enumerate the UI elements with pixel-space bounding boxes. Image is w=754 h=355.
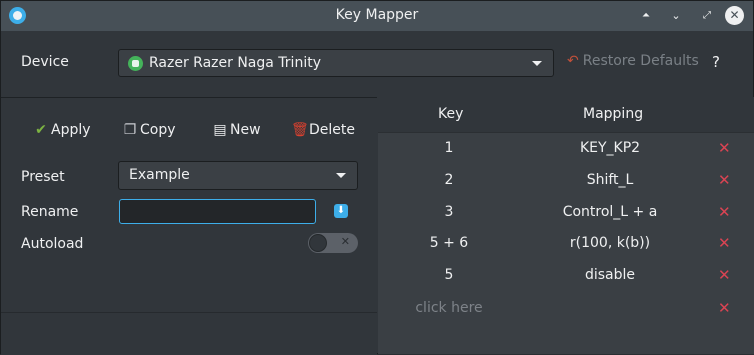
restore-defaults-button[interactable]: ↶ Restore Defaults <box>567 53 699 69</box>
mouse-device-icon <box>128 56 143 71</box>
chevron-down-icon <box>532 61 542 66</box>
key-cell[interactable]: 3 <box>378 204 520 220</box>
download-icon: ⬇ <box>336 205 346 216</box>
new-label: New <box>230 122 261 138</box>
new-key-cell[interactable]: click here <box>378 300 520 316</box>
key-mapper-window: Key Mapper ⏶ ⌄ ⤢ ✕ Device Razer Razer Na… <box>0 0 754 355</box>
key-cell[interactable]: 2 <box>378 172 520 188</box>
key-cell[interactable]: 1 <box>378 140 520 156</box>
undo-icon: ↶ <box>567 53 579 69</box>
autoload-label: Autoload <box>21 236 84 252</box>
preset-label: Preset <box>21 169 65 185</box>
autoload-toggle[interactable]: ✕ <box>308 233 358 253</box>
column-header-key: Key <box>438 106 464 122</box>
delete-row-icon[interactable]: ✕ <box>718 139 731 157</box>
device-selected-value: Razer Razer Naga Trinity <box>149 55 321 71</box>
delete-row-icon[interactable]: ✕ <box>718 266 731 284</box>
preset-pane: ✔ Apply ❐ Copy ▤ New 🗑Delete Preset Example… <box>1 97 377 355</box>
new-document-icon: ▤ <box>213 122 227 138</box>
mapping-cell[interactable]: Control_L + a <box>520 204 700 220</box>
delete-row-icon[interactable]: ✕ <box>718 299 731 317</box>
save-rename-button[interactable]: ⬇ <box>334 204 348 218</box>
copy-icon: ❐ <box>123 122 137 138</box>
close-button[interactable]: ✕ <box>725 6 744 25</box>
preset-select[interactable]: Example <box>118 161 358 190</box>
preset-selected-value: Example <box>129 167 190 183</box>
delete-row-icon[interactable]: ✕ <box>718 203 731 221</box>
table-header: Key Mapping <box>378 97 754 133</box>
rename-label: Rename <box>21 204 79 220</box>
toggle-knob <box>309 234 327 252</box>
delete-row-icon[interactable]: ✕ <box>718 234 731 252</box>
new-button[interactable]: ▤ New <box>212 122 261 138</box>
mapping-cell[interactable]: r(100, k(b)) <box>520 235 700 251</box>
key-cell[interactable]: 5 <box>378 267 520 283</box>
trash-icon: 🗑 <box>291 122 309 138</box>
table-row[interactable]: 1 KEY_KP2 ✕ <box>378 133 754 165</box>
rename-input[interactable] <box>119 199 316 224</box>
chevron-down-icon <box>336 173 346 178</box>
delete-button[interactable]: 🗑Delete <box>291 122 355 138</box>
apply-button[interactable]: ✔ Apply <box>33 122 91 138</box>
mapping-table: Key Mapping 1 KEY_KP2 ✕ 2 Shift_L ✕ 3 Co… <box>378 97 754 354</box>
apply-label: Apply <box>51 122 91 138</box>
column-header-mapping: Mapping <box>583 106 644 122</box>
title-bar[interactable]: Key Mapper ⏶ ⌄ ⤢ ✕ <box>1 1 753 31</box>
mapping-cell[interactable]: KEY_KP2 <box>520 140 700 156</box>
toggle-off-icon: ✕ <box>340 235 350 248</box>
help-button[interactable]: ? <box>712 53 720 71</box>
divider <box>1 312 377 313</box>
mapping-cell[interactable]: disable <box>520 267 700 283</box>
maximize-button[interactable]: ⤢ <box>698 7 716 25</box>
key-cell[interactable]: 5 + 6 <box>378 235 520 251</box>
table-row[interactable]: 5 + 6 r(100, k(b)) ✕ <box>378 228 754 260</box>
table-row-new[interactable]: click here ✕ <box>378 293 754 325</box>
keep-above-button[interactable]: ⏶ <box>637 7 655 25</box>
delete-row-icon[interactable]: ✕ <box>718 171 731 189</box>
restore-defaults-label: Restore Defaults <box>582 53 699 69</box>
copy-button[interactable]: ❐ Copy <box>122 122 176 138</box>
copy-label: Copy <box>140 122 176 138</box>
table-row[interactable]: 5 disable ✕ <box>378 260 754 292</box>
table-row[interactable]: 3 Control_L + a ✕ <box>378 197 754 229</box>
checkmark-icon: ✔ <box>35 122 47 138</box>
device-select[interactable]: Razer Razer Naga Trinity <box>118 49 554 77</box>
table-row[interactable]: 2 Shift_L ✕ <box>378 165 754 197</box>
device-label: Device <box>21 54 69 70</box>
minimize-button[interactable]: ⌄ <box>667 7 685 25</box>
delete-label: Delete <box>309 122 355 138</box>
mapping-cell[interactable]: Shift_L <box>520 172 700 188</box>
